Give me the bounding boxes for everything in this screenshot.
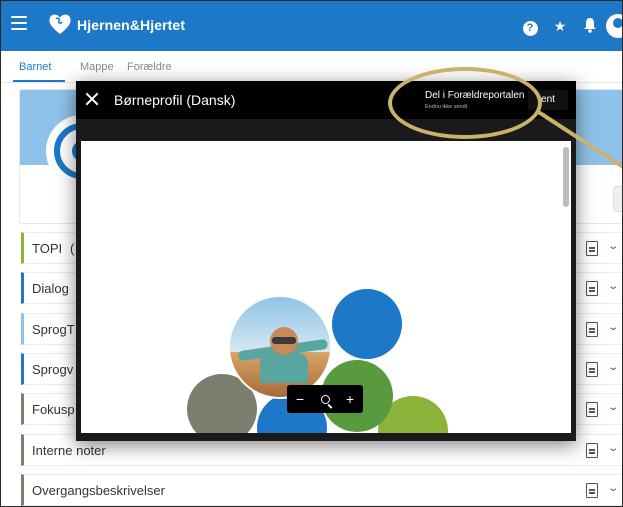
active-tab-indicator [13,80,65,82]
scrollbar-thumb[interactable] [563,147,569,207]
chevron-down-icon[interactable]: ⌄ [607,483,619,494]
app-window: Hjernen&Hjertet ? ★ Barnet Mappe Forældr… [0,0,623,507]
tab-barnet[interactable]: Barnet [19,61,51,73]
highlight-callout-ellipse [388,67,542,139]
zoom-toolbar: − + [287,385,363,413]
bell-icon[interactable] [581,17,599,35]
document-icon[interactable] [586,443,598,458]
zoom-reset-search-icon[interactable] [316,390,334,408]
document-icon[interactable] [586,322,598,337]
document-icon[interactable] [586,241,598,256]
row-label: Dialog [32,281,69,296]
chevron-down-icon[interactable]: ⌄ [607,402,619,413]
help-icon[interactable]: ? [521,17,539,36]
row-label: Interne noter [32,443,106,458]
list-item[interactable]: Overgangsbeskrivelser ⌄ [21,474,622,506]
row-label: Overgangsbeskrivelser [32,483,165,498]
tab-mappe[interactable]: Mappe [80,61,114,73]
chevron-down-icon[interactable]: ⌄ [607,322,619,333]
document-preview-modal: Børneprofil (Dansk) Del i Forældreportal… [76,81,576,441]
document-icon[interactable] [586,402,598,417]
modal-title: Børneprofil (Dansk) [114,92,236,108]
child-photo-image [228,295,332,399]
chevron-down-icon[interactable]: ⌄ [607,362,619,373]
close-icon[interactable] [84,91,100,107]
row-label: Fokusp [32,402,75,417]
profile-tabs: Barnet Mappe Forældre [1,51,622,83]
heart-brain-logo-icon [49,14,71,34]
user-avatar-icon[interactable] [606,14,622,38]
send-button-label: ent [541,94,555,105]
hamburger-menu-icon[interactable] [11,16,27,30]
top-app-bar: Hjernen&Hjertet ? ★ [1,1,622,51]
viewer-scrollbar[interactable] [563,147,569,429]
chevron-down-icon[interactable]: ⌄ [607,443,619,454]
row-label: TOPI [32,241,63,256]
row-label-suffix: ( [70,241,75,256]
chevron-down-icon[interactable]: ⌄ [607,241,619,252]
row-label: Sprogv [32,362,74,377]
more-options-icon[interactable]: ⋮ [613,186,622,212]
star-icon[interactable]: ★ [551,17,569,35]
document-icon[interactable] [586,483,598,498]
document-icon[interactable] [586,362,598,377]
app-brand-title: Hjernen&Hjertet [77,17,186,33]
tab-foraeldre[interactable]: Forældre [127,61,172,73]
zoom-out-icon[interactable]: − [291,390,309,408]
row-label: SprogT [32,322,75,337]
chevron-down-icon[interactable]: ⌄ [607,281,619,292]
pdf-viewer[interactable]: − + [81,141,571,433]
zoom-in-icon[interactable]: + [341,390,359,408]
document-icon[interactable] [586,281,598,296]
blue-circle-graphic [332,289,402,359]
